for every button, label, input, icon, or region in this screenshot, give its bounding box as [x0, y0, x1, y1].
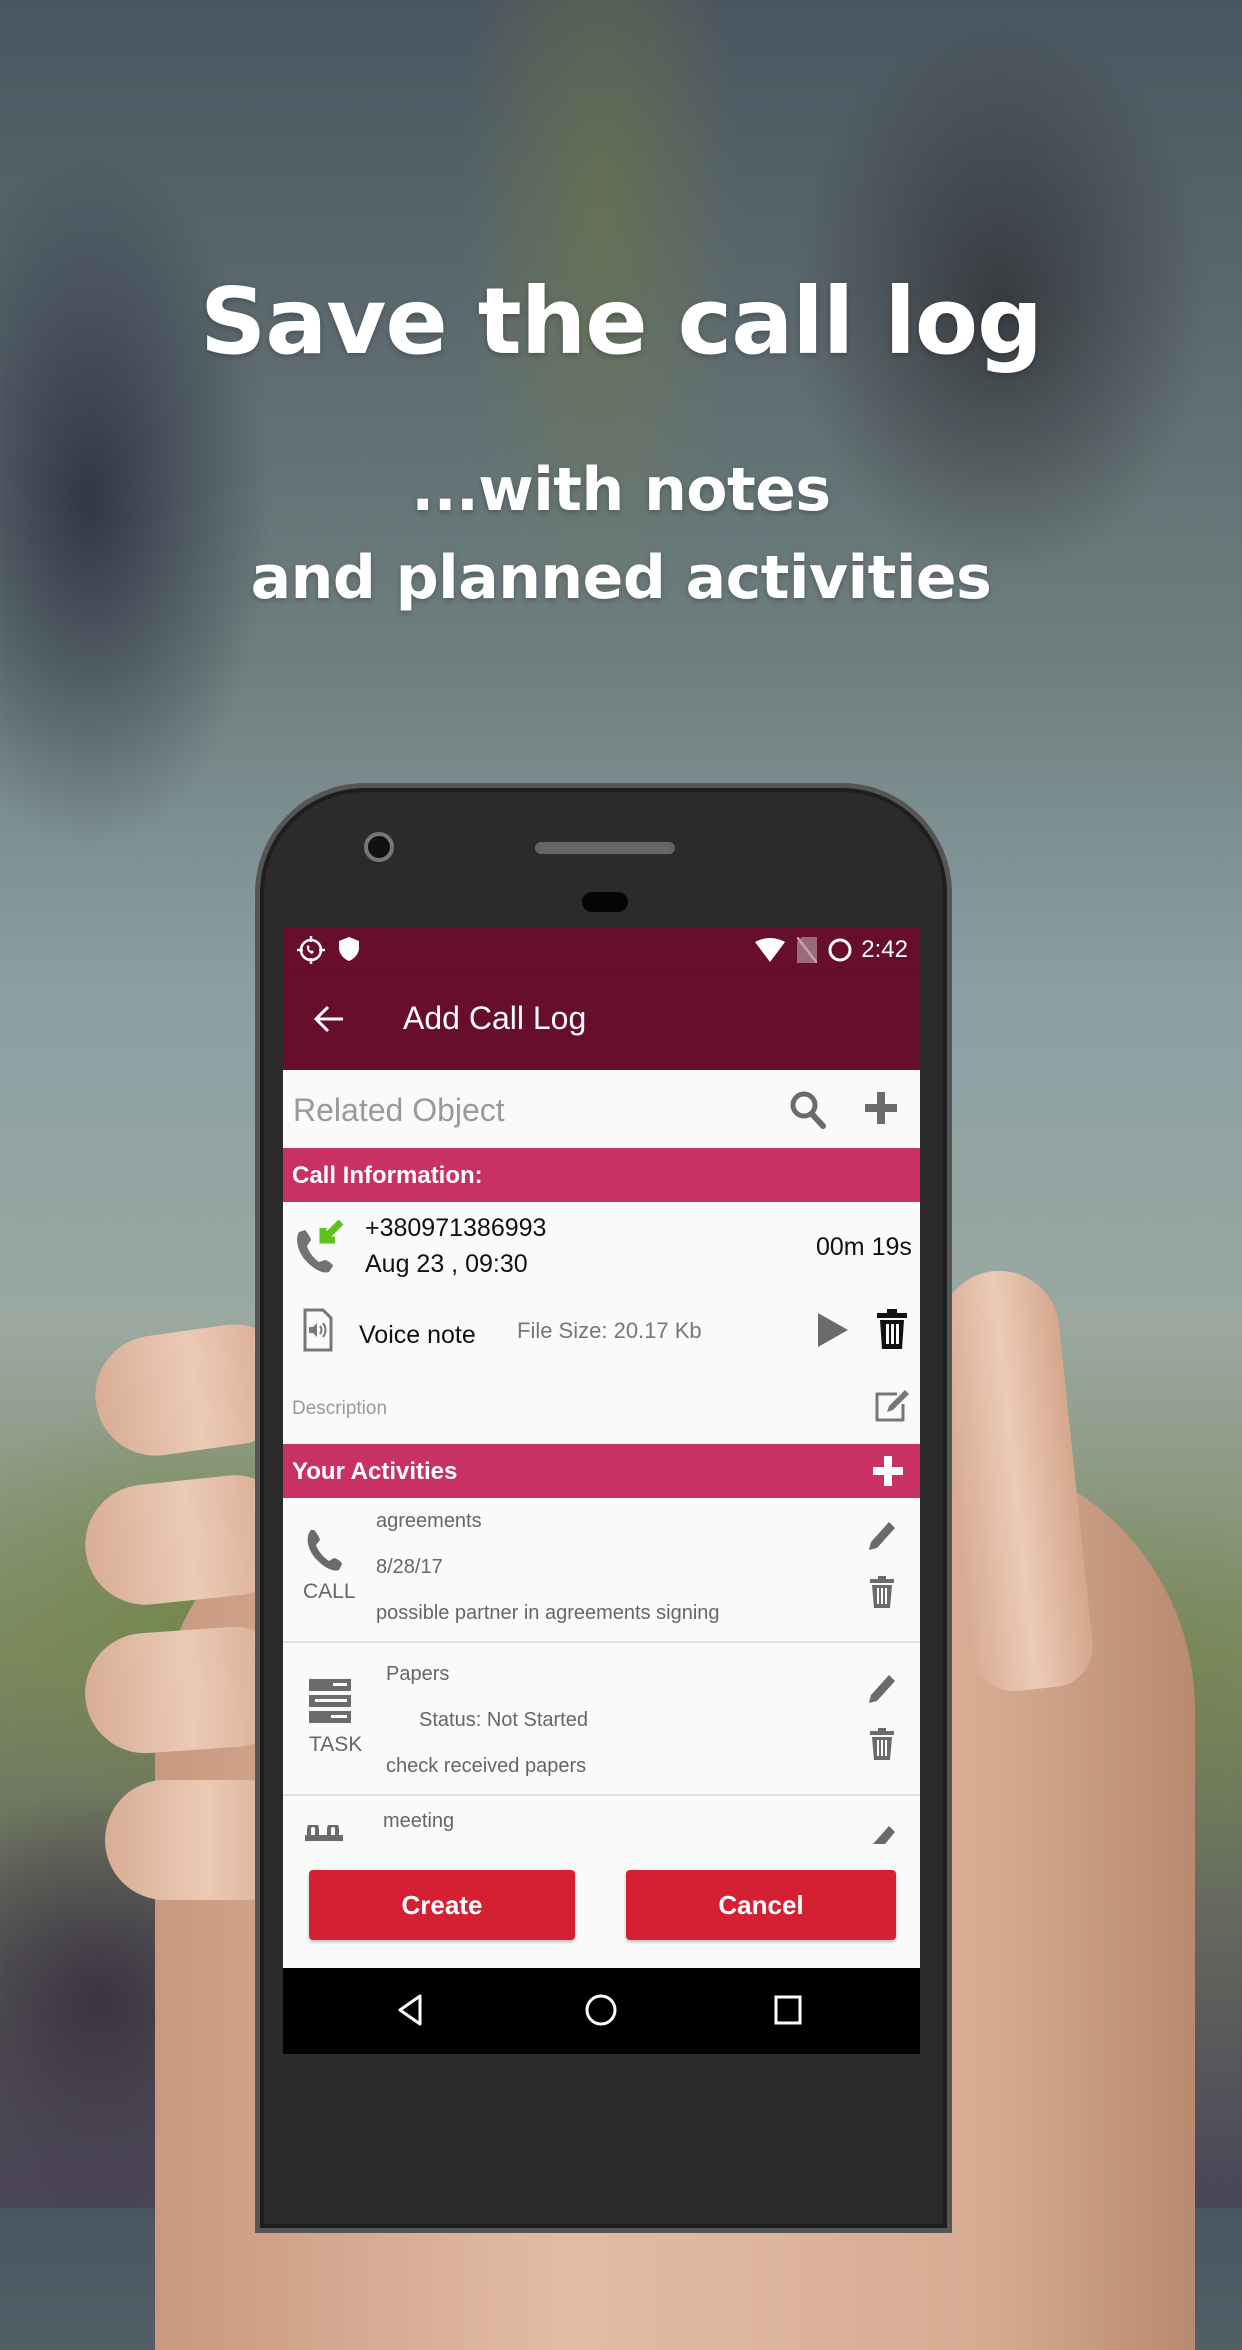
arrow-left-icon[interactable] — [313, 1004, 345, 1034]
add-activity-icon[interactable] — [873, 1456, 903, 1486]
voice-note-file-size: File Size: 20.17 Kb — [517, 1318, 702, 1343]
page-title: Add Call Log — [403, 1000, 587, 1036]
wifi-icon — [755, 938, 785, 962]
related-object-input[interactable] — [291, 1084, 775, 1136]
trash-icon[interactable] — [870, 1728, 894, 1760]
edit-note-icon[interactable] — [873, 1388, 911, 1424]
system-nav-bar — [283, 1968, 920, 2054]
trash-icon[interactable] — [870, 1576, 894, 1608]
status-bar: 2:42 — [283, 928, 920, 970]
activity-description: check received papers — [386, 1755, 587, 1777]
play-icon[interactable] — [816, 1311, 850, 1349]
promo-headline: Save the call log — [200, 268, 1043, 375]
activity-subject: agreements — [376, 1510, 482, 1532]
incoming-call-icon — [297, 1220, 344, 1273]
promo-subheadline-line2: and planned activities — [250, 543, 992, 613]
promo-subheadline: ...with notes and planned activities — [0, 446, 1242, 622]
activities-header: Your Activities — [283, 1444, 920, 1498]
trash-icon[interactable] — [877, 1309, 907, 1349]
phone-icon — [307, 1530, 342, 1571]
add-related-object-icon[interactable] — [865, 1092, 897, 1124]
nav-back-icon[interactable] — [397, 1993, 423, 2027]
call-information-header: Call Information: — [283, 1148, 920, 1202]
nav-home-icon[interactable] — [584, 1993, 618, 2027]
shield-icon — [339, 937, 359, 961]
description-field[interactable]: Description — [292, 1398, 387, 1420]
app-screen: 2:42 Add Call Log Call Information: +380… — [283, 928, 920, 2054]
pencil-icon[interactable] — [873, 1824, 897, 1844]
create-button[interactable]: Create — [309, 1870, 575, 1940]
task-list-icon — [309, 1679, 351, 1723]
pencil-icon[interactable] — [867, 1671, 897, 1705]
status-time: 2:42 — [861, 936, 908, 963]
promo-subheadline-line1: ...with notes — [411, 455, 831, 525]
activity-status: Status: Not Started — [419, 1709, 588, 1731]
activity-item[interactable]: meeting — [283, 1796, 920, 1846]
activity-date: 8/28/17 — [376, 1556, 443, 1578]
call-tracker-icon — [297, 936, 325, 964]
voice-note-label: Voice note — [359, 1321, 476, 1349]
proximity-sensor — [582, 892, 628, 912]
meeting-icon — [305, 1825, 343, 1841]
call-datetime: Aug 23 , 09:30 — [365, 1250, 528, 1278]
no-sim-icon — [797, 937, 817, 963]
activity-subject: Papers — [386, 1663, 450, 1685]
audio-file-icon — [303, 1308, 333, 1352]
pencil-icon[interactable] — [867, 1518, 897, 1552]
search-icon[interactable] — [789, 1090, 827, 1130]
activity-type: TASK — [309, 1733, 363, 1756]
call-duration: 00m 19s — [816, 1233, 912, 1261]
cancel-button[interactable]: Cancel — [626, 1870, 896, 1940]
activity-description: possible partner in agreements signing — [376, 1602, 720, 1624]
nav-recents-icon[interactable] — [774, 1995, 802, 2025]
sync-ring-icon — [828, 938, 852, 962]
activity-subject: meeting — [383, 1810, 455, 1832]
related-object-row — [283, 1070, 920, 1148]
divider — [283, 1641, 920, 1643]
front-camera — [364, 832, 394, 862]
activity-type: CALL — [303, 1580, 356, 1603]
app-toolbar: Add Call Log — [283, 970, 920, 1070]
phone-number: +380971386993 — [365, 1214, 547, 1242]
earpiece-speaker — [535, 842, 675, 854]
